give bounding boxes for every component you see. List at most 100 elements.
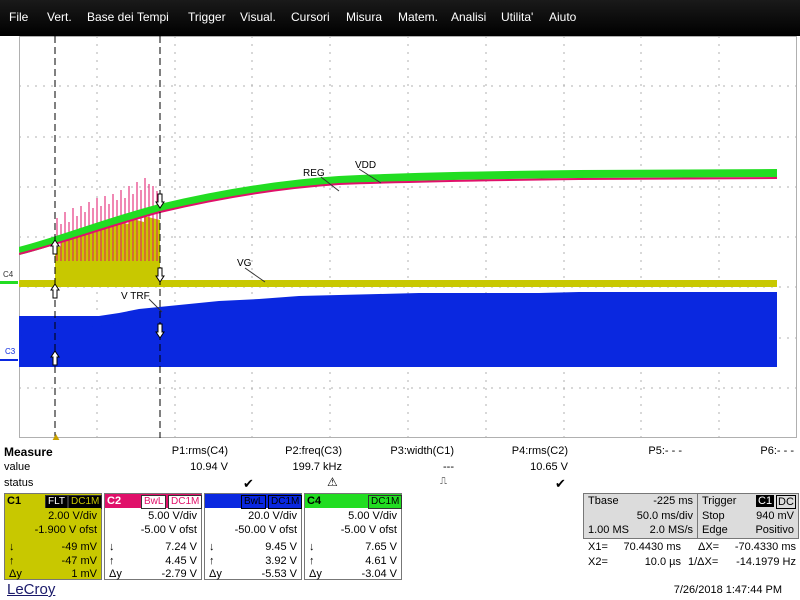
channel-c1-up: -47 mV <box>61 555 97 567</box>
cursor-up-icon: ↑ <box>309 555 315 567</box>
channel-c2-header: C2 BwL DC1M <box>105 494 203 509</box>
cursor-up-icon: ↑ <box>109 555 115 567</box>
menu-analysis[interactable]: Analisi <box>451 10 486 24</box>
measure-p1-value: 10.94 V <box>190 461 228 473</box>
c4-ground-marker[interactable] <box>0 281 18 284</box>
measure-p1-name[interactable]: P1:rms(C4) <box>172 445 228 457</box>
menu-cursors[interactable]: Cursori <box>291 10 330 24</box>
channel-c4-header: C4 DC1M <box>305 494 403 509</box>
measure-p3-value: --- <box>443 461 454 473</box>
channel-c2-up: 4.45 V <box>165 555 197 567</box>
vg-label: VG <box>237 258 252 269</box>
menu-display[interactable]: Visual. <box>240 10 276 24</box>
check-icon: ✔ <box>243 476 254 491</box>
delta-icon: Δy <box>9 568 22 580</box>
lecroy-logo: LeCroy <box>7 581 56 598</box>
cursor-x2-label: X2= <box>588 556 608 568</box>
channel-c1-down: -49 mV <box>61 541 97 553</box>
cursor-inv-label: 1/ΔX= <box>688 556 719 568</box>
measure-p6-name[interactable]: P6:- - - <box>760 445 794 457</box>
trigger-slope: Positivo <box>755 524 794 536</box>
menu-file[interactable]: File <box>9 10 28 24</box>
channel-c4-down: 7.65 V <box>365 541 397 553</box>
channel-c2-dy: -2.79 V <box>161 568 197 580</box>
c4-offset-marker[interactable]: C4 <box>3 270 13 279</box>
channel-c3-down: 9.45 V <box>265 541 297 553</box>
measure-p4-name[interactable]: P4:rms(C2) <box>512 445 568 457</box>
measure-p2-value: 199.7 kHz <box>292 461 342 473</box>
menu-measure[interactable]: Misura <box>346 10 382 24</box>
cursor-dx-label: ΔX= <box>698 541 720 553</box>
cursor-down-icon: ↓ <box>109 541 115 553</box>
delta-icon: Δy <box>109 568 122 580</box>
timebase-tdiv: 50.0 ms/div <box>636 510 693 522</box>
cursor-down-icon: ↓ <box>9 541 15 553</box>
channel-c2-down: 7.24 V <box>165 541 197 553</box>
timebase-rate: 2.0 MS/s <box>649 524 693 536</box>
channel-c4-dy: -3.04 V <box>361 568 397 580</box>
menu-math[interactable]: Matem. <box>398 10 438 24</box>
check-icon: ✔ <box>555 476 566 491</box>
trigger-box[interactable]: Trigger C1 DC Stop 940 mV Edge Positivo <box>697 493 799 539</box>
channel-c2-box[interactable]: C2 BwL DC1M 5.00 V/div -5.00 V ofst ↓ 7.… <box>104 493 203 580</box>
channel-c3-vdiv: 20.0 V/div <box>248 510 297 522</box>
measure-p4-value: 10.65 V <box>530 461 568 473</box>
trigger-mode: Stop <box>702 510 725 522</box>
channel-c2-tag-coupling: DC1M <box>168 495 203 509</box>
timebase-label: Tbase <box>588 495 619 507</box>
channel-c4-id: C4 <box>307 495 322 507</box>
measure-p5-name[interactable]: P5:- - - <box>648 445 682 457</box>
channel-c3-header: C3 BwL DC1M <box>205 494 303 509</box>
channel-c1-offset: -1.900 V ofst <box>34 524 97 536</box>
c3-trace <box>19 292 777 367</box>
cursor-up-icon: ↑ <box>209 555 215 567</box>
measure-p3-name[interactable]: P3:width(C1) <box>390 445 454 457</box>
menu-vert[interactable]: Vert. <box>47 10 72 24</box>
measure-p2-name[interactable]: P2:freq(C3) <box>285 445 342 457</box>
channel-c3-box[interactable]: C3 BwL DC1M 20.0 V/div -50.00 V ofst ↓ 9… <box>204 493 303 580</box>
pulse-icon: ⎍ <box>440 476 447 487</box>
channel-c1-tag-coupling: DC1M <box>68 495 103 509</box>
menu-help[interactable]: Aiuto <box>549 10 576 24</box>
menu-timebase[interactable]: Base dei Tempi <box>87 10 169 24</box>
cursor-x1-value: 70.4430 ms <box>623 541 681 553</box>
measure-row-status: status <box>4 477 34 489</box>
channel-c3-id: C3 <box>207 495 222 507</box>
timestamp: 7/26/2018 1:47:44 PM <box>673 584 782 596</box>
channel-c4-box[interactable]: C4 DC1M 5.00 V/div -5.00 V ofst ↓ 7.65 V… <box>304 493 403 580</box>
channel-c2-tag-bwl: BwL <box>141 495 167 509</box>
channel-c3-dy: -5.53 V <box>261 568 297 580</box>
vdd-label: VDD <box>355 160 376 171</box>
vtrf-label: V TRF <box>121 291 150 302</box>
channel-c3-tag-bwl: BwL <box>241 495 267 509</box>
trace-layer: REG VDD VG V TRF <box>19 36 778 438</box>
menu-trigger[interactable]: Trigger <box>188 10 226 24</box>
measure-header: Measure <box>4 445 53 459</box>
channel-c4-up: 4.61 V <box>365 555 397 567</box>
measure-row-value: value <box>4 461 31 473</box>
cursor-x1-label: X1= <box>588 541 608 553</box>
c3-offset-marker[interactable]: C3 <box>5 347 15 356</box>
trigger-coupling: DC <box>776 495 796 509</box>
cursor-x2-value: 10.0 µs <box>644 556 681 568</box>
reg-label: REG <box>303 168 325 179</box>
waveform-graticule[interactable]: REG VDD VG V TRF <box>19 36 797 438</box>
channel-c1-tag-flt: FLT <box>45 495 69 509</box>
menu-utilities[interactable]: Utilita' <box>501 10 533 24</box>
channel-c4-vdiv: 5.00 V/div <box>348 510 397 522</box>
c3-ground-marker[interactable] <box>0 359 18 361</box>
warning-icon: ⚠ <box>327 475 338 489</box>
channel-c1-dy: 1 mV <box>71 568 97 580</box>
timebase-box[interactable]: Tbase -225 ms 50.0 ms/div 1.00 MS 2.0 MS… <box>583 493 698 539</box>
channel-c3-tag-coupling: DC1M <box>268 495 303 509</box>
cursor-up-icon: ↑ <box>9 555 15 567</box>
timebase-delay: -225 ms <box>653 495 693 507</box>
channel-c4-offset: -5.00 V ofst <box>340 524 397 536</box>
vg-label-leader <box>244 267 266 283</box>
trigger-type: Edge <box>702 524 728 536</box>
channel-c1-box[interactable]: C1 FLT DC1M 2.00 V/div -1.900 V ofst ↓ -… <box>4 493 103 580</box>
footer: LeCroy 7/26/2018 1:47:44 PM <box>0 580 800 600</box>
cursor-inv-value: -14.1979 Hz <box>736 556 796 568</box>
channel-c1-id: C1 <box>7 495 22 507</box>
timebase-samples: 1.00 MS <box>588 524 629 536</box>
